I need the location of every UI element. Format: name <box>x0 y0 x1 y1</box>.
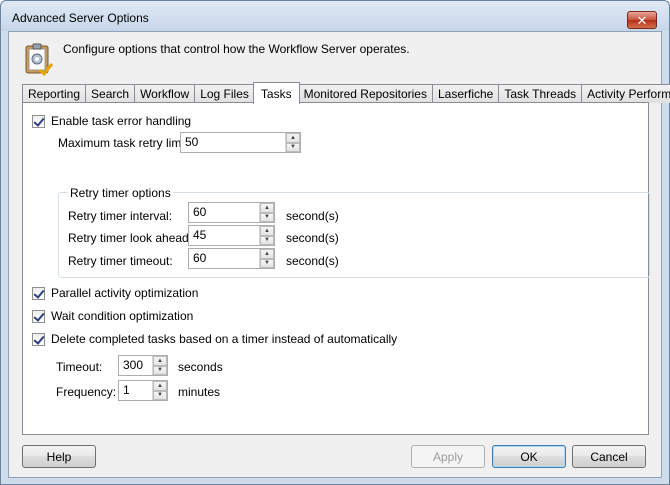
wait-optimization-checkbox[interactable] <box>32 309 45 323</box>
spin-up-icon[interactable]: ▲ <box>153 381 167 391</box>
retry-look-ahead-spinner[interactable]: 45 ▲ ▼ <box>188 225 275 246</box>
retry-timer-group-title: Retry timer options <box>68 186 173 200</box>
wait-optimization-row[interactable]: Wait condition optimization <box>32 309 193 323</box>
retry-interval-value[interactable]: 60 <box>189 203 259 222</box>
clipboard-gear-icon <box>25 43 53 76</box>
tab-workflow[interactable]: Workflow <box>134 84 196 103</box>
spin-up-icon[interactable]: ▲ <box>153 356 167 366</box>
retry-interval-label: Retry timer interval: <box>68 209 173 223</box>
wait-optimization-label: Wait condition optimization <box>51 309 194 323</box>
enable-error-handling-checkbox[interactable] <box>32 114 45 128</box>
retry-timeout-spinner[interactable]: 60 ▲ ▼ <box>188 248 275 269</box>
max-retry-value[interactable]: 50 <box>181 133 285 152</box>
spin-up-icon[interactable]: ▲ <box>260 249 274 259</box>
parallel-optimization-checkbox[interactable] <box>32 286 45 300</box>
delete-completed-row[interactable]: Delete completed tasks based on a timer … <box>32 332 397 346</box>
tab-log-files[interactable]: Log Files <box>194 84 255 103</box>
delete-completed-checkbox[interactable] <box>32 332 45 346</box>
retry-look-ahead-label: Retry timer look ahead: <box>68 231 193 245</box>
frequency-unit: minutes <box>178 385 221 399</box>
spin-down-icon[interactable]: ▼ <box>153 390 167 400</box>
tab-monitored-repositories[interactable]: Monitored Repositories <box>297 84 433 103</box>
close-icon: ✕ <box>636 12 648 28</box>
spin-down-icon[interactable]: ▼ <box>286 142 300 152</box>
retry-look-ahead-value[interactable]: 45 <box>189 226 259 245</box>
window-title: Advanced Server Options <box>12 11 149 25</box>
retry-timeout-unit: second(s) <box>286 254 339 268</box>
dialog-client-area: Configure options that control how the W… <box>8 31 670 478</box>
tab-strip: Reporting Search Workflow Log Files Task… <box>22 82 670 104</box>
spin-up-icon[interactable]: ▲ <box>260 226 274 236</box>
retry-timeout-value[interactable]: 60 <box>189 249 259 268</box>
cancel-button[interactable]: Cancel <box>572 445 646 468</box>
retry-interval-unit: second(s) <box>286 209 339 223</box>
tab-search[interactable]: Search <box>85 84 136 103</box>
tab-laserfiche[interactable]: Laserfiche <box>431 84 500 103</box>
tab-task-threads[interactable]: Task Threads <box>498 84 583 103</box>
frequency-value[interactable]: 1 <box>119 381 152 400</box>
delete-completed-label: Delete completed tasks based on a timer … <box>51 332 398 346</box>
frequency-label: Frequency: <box>56 385 117 399</box>
tab-reporting[interactable]: Reporting <box>22 84 87 103</box>
dialog-window: Advanced Server Options ✕ Configure opti… <box>0 0 670 485</box>
parallel-optimization-row[interactable]: Parallel activity optimization <box>32 286 198 300</box>
tasks-tab-panel: Enable task error handling Maximum task … <box>22 102 650 435</box>
spin-down-icon[interactable]: ▼ <box>260 212 274 222</box>
spin-down-icon[interactable]: ▼ <box>260 258 274 268</box>
spin-down-icon[interactable]: ▼ <box>260 235 274 245</box>
help-button[interactable]: Help <box>22 445 96 468</box>
frequency-spinner[interactable]: 1 ▲ ▼ <box>118 380 168 401</box>
tab-activity-performance[interactable]: Activity Performance <box>581 84 670 103</box>
enable-error-handling-row[interactable]: Enable task error handling <box>32 114 191 128</box>
enable-error-handling-label: Enable task error handling <box>51 114 192 128</box>
timeout-unit: seconds <box>178 360 223 374</box>
tab-tasks[interactable]: Tasks <box>252 82 300 104</box>
max-retry-spinner[interactable]: 50 ▲ ▼ <box>180 132 301 153</box>
title-bar[interactable]: Advanced Server Options ✕ <box>1 1 669 31</box>
retry-timeout-label: Retry timer timeout: <box>68 254 173 268</box>
spin-up-icon[interactable]: ▲ <box>260 203 274 213</box>
spin-up-icon[interactable]: ▲ <box>286 133 300 143</box>
timeout-spinner[interactable]: 300 ▲ ▼ <box>118 355 168 376</box>
ok-button[interactable]: OK <box>492 445 566 468</box>
close-button[interactable]: ✕ <box>627 11 657 29</box>
timeout-label: Timeout: <box>56 360 103 374</box>
retry-look-ahead-unit: second(s) <box>286 231 339 245</box>
header-description: Configure options that control how the W… <box>63 42 410 56</box>
timeout-value[interactable]: 300 <box>119 356 152 375</box>
spin-down-icon[interactable]: ▼ <box>153 365 167 375</box>
apply-button[interactable]: Apply <box>411 445 485 468</box>
retry-interval-spinner[interactable]: 60 ▲ ▼ <box>188 202 275 223</box>
parallel-optimization-label: Parallel activity optimization <box>51 286 199 300</box>
max-retry-label: Maximum task retry limit: <box>58 136 191 150</box>
